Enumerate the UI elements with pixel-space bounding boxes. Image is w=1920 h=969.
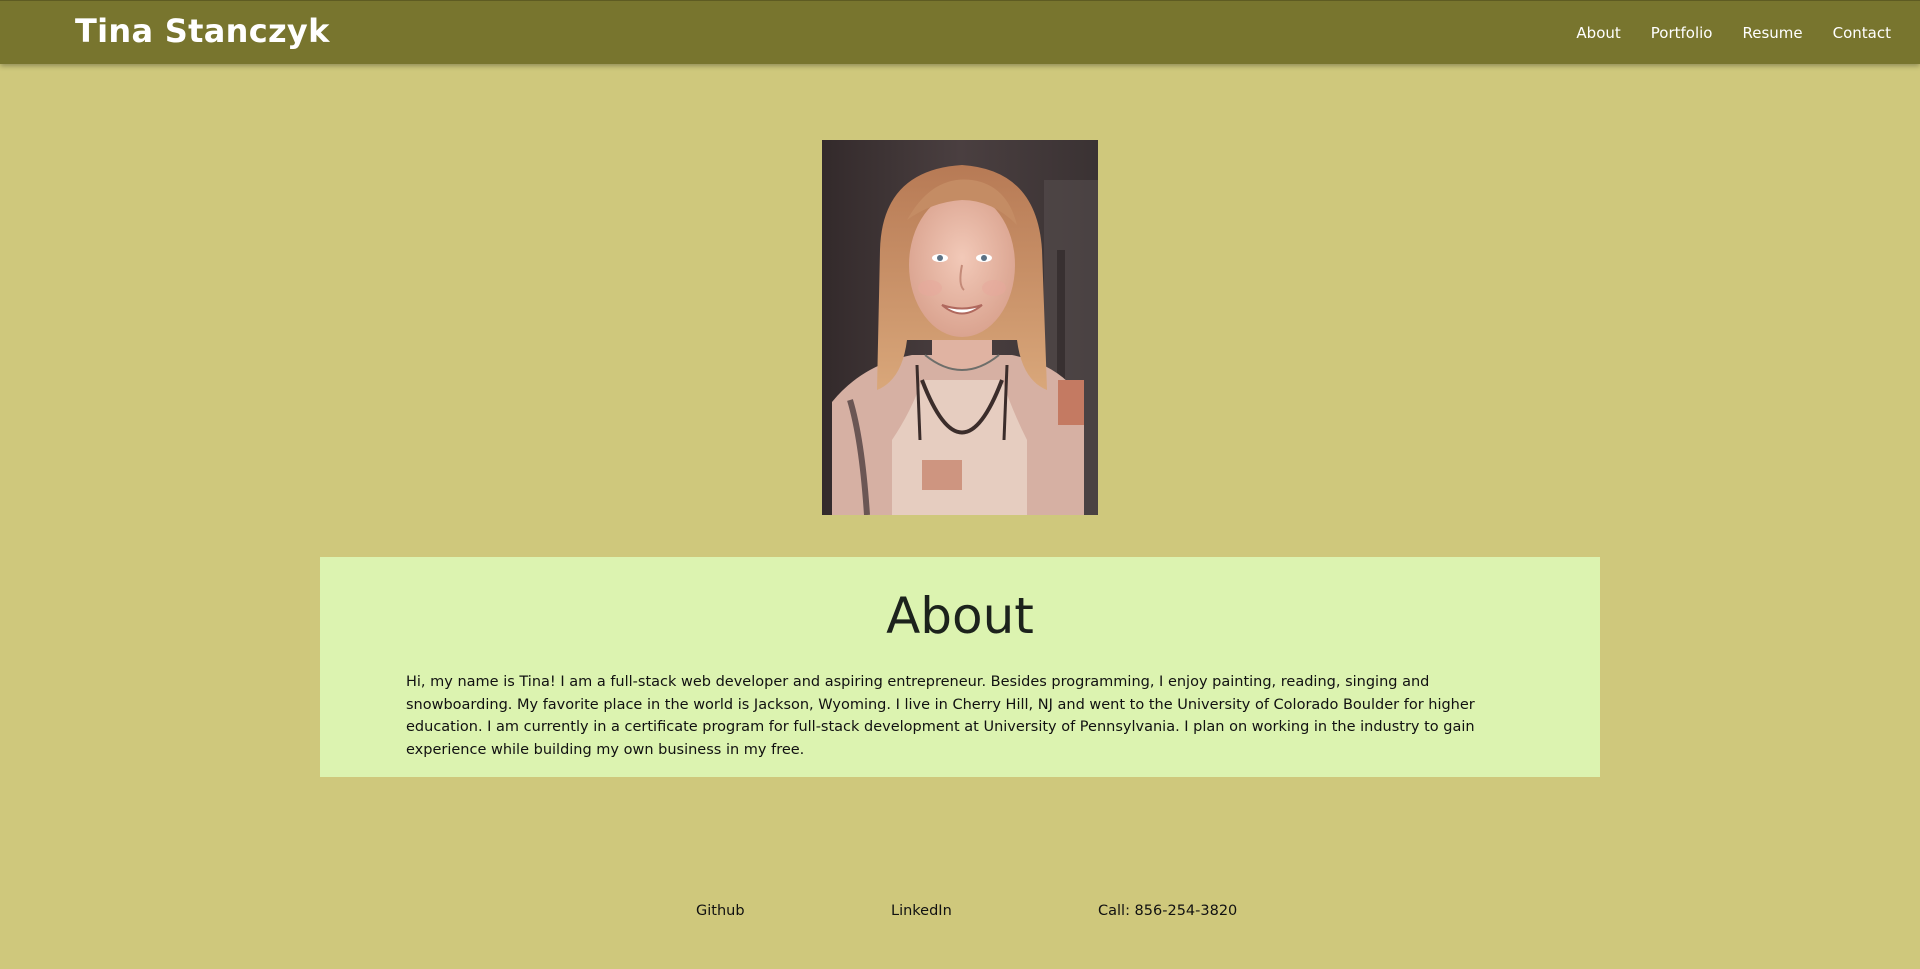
nav-item-resume: Resume bbox=[1728, 23, 1818, 42]
site-title[interactable]: Tina Stanczyk bbox=[75, 12, 330, 50]
about-heading: About bbox=[886, 587, 1034, 645]
about-section: About Hi, my name is Tina! I am a full-s… bbox=[320, 557, 1600, 777]
about-paragraph: Hi, my name is Tina! I am a full-stack w… bbox=[406, 674, 1475, 758]
nav-link-about[interactable]: About bbox=[1561, 24, 1635, 42]
navbar: Tina Stanczyk About Portfolio Resume Con… bbox=[0, 0, 1920, 64]
profile-photo bbox=[822, 140, 1098, 515]
nav-link-resume[interactable]: Resume bbox=[1728, 24, 1818, 42]
footer: Github LinkedIn Call: 856-254-3820 bbox=[0, 903, 1920, 923]
nav-item-portfolio: Portfolio bbox=[1636, 23, 1728, 42]
github-link[interactable]: Github bbox=[696, 903, 745, 919]
nav-menu: About Portfolio Resume Contact bbox=[1561, 23, 1906, 42]
phone-number: Call: 856-254-3820 bbox=[1098, 903, 1238, 919]
linkedin-link[interactable]: LinkedIn bbox=[891, 903, 952, 919]
nav-item-contact: Contact bbox=[1818, 23, 1906, 42]
portrait-illustration bbox=[822, 140, 1098, 515]
nav-link-portfolio[interactable]: Portfolio bbox=[1636, 24, 1728, 42]
nav-item-about: About bbox=[1561, 23, 1635, 42]
nav-link-contact[interactable]: Contact bbox=[1818, 24, 1906, 42]
